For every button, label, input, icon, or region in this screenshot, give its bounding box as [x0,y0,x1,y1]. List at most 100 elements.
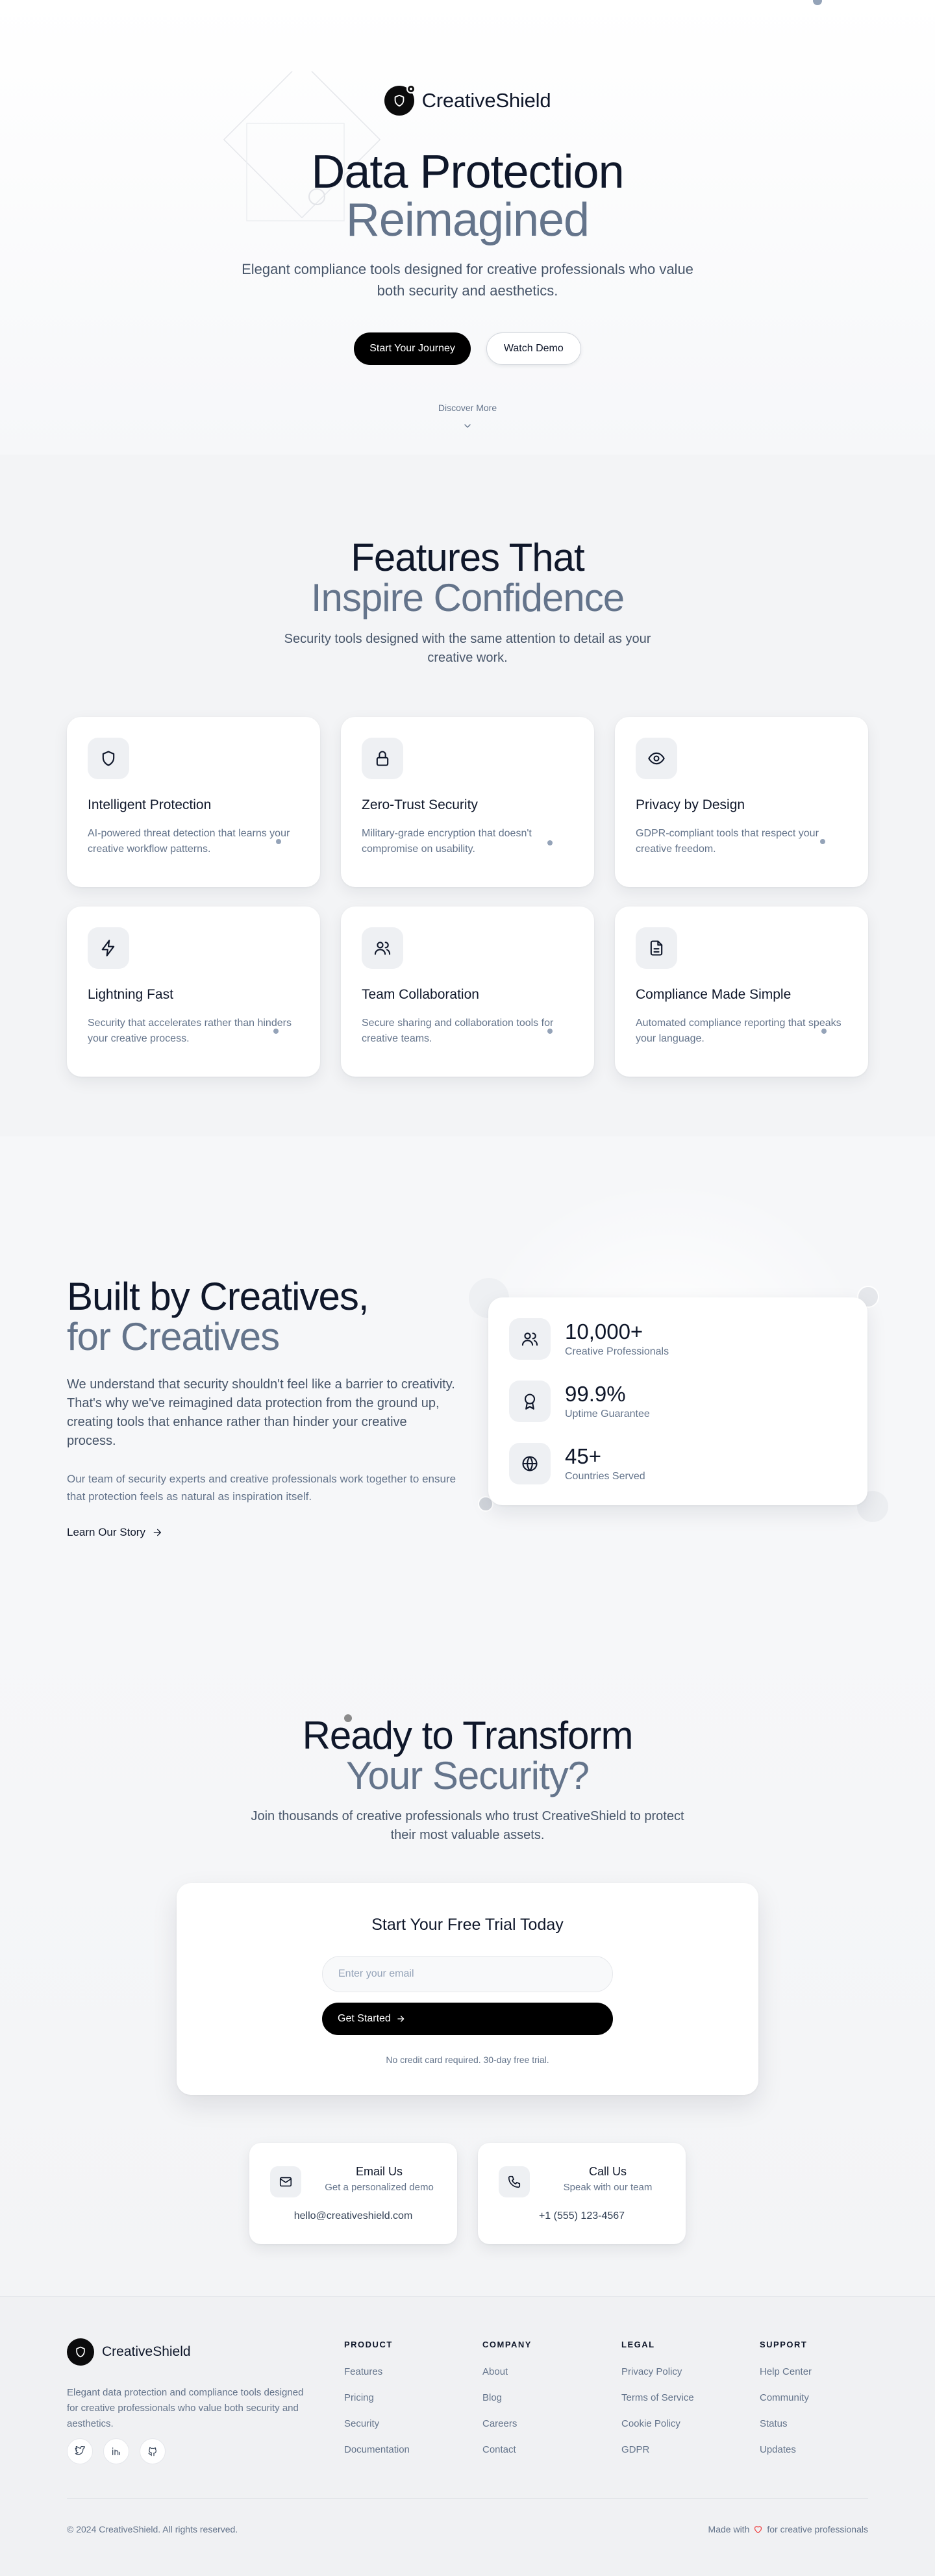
feature-icon-wrap [362,927,403,969]
contact-subtitle: Speak with our team [563,2182,653,2193]
footer-link[interactable]: GDPR [621,2443,694,2457]
discover-more-link[interactable]: Discover More [0,403,935,413]
footer-logo [67,2338,94,2366]
hero-title-line2: Reimagined [345,194,590,246]
feature-description: Secure sharing and collaboration tools f… [362,1018,554,1044]
twitter-icon [75,2446,85,2455]
cta-title: Ready to Transform Your Security? [0,1716,935,1796]
arrow-right-icon [397,2016,405,2022]
footer-link[interactable]: Status [760,2417,812,2431]
start-journey-button[interactable]: Start Your Journey [354,332,471,365]
footer-brand[interactable]: CreativeShield [67,2338,191,2366]
footer-link[interactable]: Documentation [344,2443,410,2457]
stat-value: 10,000+ [565,1319,643,1344]
about-paragraph: We understand that security shouldn't fe… [67,1377,455,1448]
watch-demo-button[interactable]: Watch Demo [486,332,581,365]
feature-title: Compliance Made Simple [636,987,792,1002]
linkedin-button[interactable] [103,2438,129,2464]
shield-icon [76,2346,85,2358]
about-title-line2: for Creatives [67,1315,280,1358]
stat-icon-wrap [509,1381,551,1422]
users-icon [521,1332,538,1346]
trial-note: No credit card required. 30-day free tri… [386,2055,549,2065]
hero-section: CreativeShield Data Protection Reimagine… [0,0,935,455]
footer-link[interactable]: About [482,2365,532,2379]
stat-item: 45+ Countries Served [509,1443,645,1484]
feature-card[interactable]: Intelligent Protection AI-powered threat… [67,717,320,887]
footer-link[interactable]: Security [344,2417,410,2431]
feature-title: Zero-Trust Security [362,797,478,812]
footer-link[interactable]: Contact [482,2443,532,2457]
footer-link[interactable]: Community [760,2391,812,2405]
feature-card[interactable]: Compliance Made Simple Automated complia… [615,907,868,1077]
mail-icon [279,2177,292,2187]
footer-link[interactable]: Updates [760,2443,812,2457]
footer: CreativeShield Elegant data protection a… [0,2296,935,2576]
shield-icon [102,751,115,766]
contact-email[interactable]: hello@creativeshield.com [249,2210,457,2222]
stat-value: 99.9% [565,1382,626,1406]
footer-link[interactable]: Careers [482,2417,532,2431]
feature-description: Automated compliance reporting that spea… [636,1018,842,1044]
trial-title: Start Your Free Trial Today [371,1916,564,1934]
stat-item: 10,000+ Creative Professionals [509,1318,669,1360]
phone-contact-card[interactable]: Call Us Speak with our team +1 (555) 123… [478,2143,686,2244]
get-started-button[interactable]: Get Started [322,2003,613,2035]
contact-title: Call Us [588,2165,627,2178]
feature-icon-wrap [88,927,129,969]
stat-label: Creative Professionals [565,1346,669,1357]
hero-title-line1: Data Protection [311,146,624,198]
made-with-label: Made with [708,2524,750,2534]
footer-column-title: COMPANY [482,2340,532,2349]
contact-icon-wrap [499,2166,530,2197]
contact-phone[interactable]: +1 (555) 123-4567 [478,2210,686,2222]
chevron-down-icon[interactable] [462,421,473,431]
footer-brand-name: CreativeShield [102,2344,191,2359]
footer-link[interactable]: Privacy Policy [621,2365,694,2379]
github-button[interactable] [140,2438,166,2464]
feature-description: Military-grade encryption that doesn't c… [362,828,532,855]
feature-card[interactable]: Privacy by Design GDPR-compliant tools t… [615,717,868,887]
footer-link[interactable]: Terms of Service [621,2391,694,2405]
footer-link[interactable]: Cookie Policy [621,2417,694,2431]
cta-title-line1: Ready to Transform [302,1714,634,1757]
footer-link[interactable]: Pricing [344,2391,410,2405]
feature-card[interactable]: Team Collaboration Secure sharing and co… [341,907,594,1077]
email-contact-card[interactable]: Email Us Get a personalized demo hello@c… [249,2143,457,2244]
features-section: Features That Inspire Confidence Securit… [0,455,935,1136]
feature-title: Privacy by Design [636,797,745,812]
stats-card: 10,000+ Creative Professionals 99.9% Upt… [488,1297,867,1505]
footer-link[interactable]: Blog [482,2391,532,2405]
email-input[interactable] [322,1956,613,1992]
stat-label: Uptime Guarantee [565,1408,650,1419]
stat-label: Countries Served [565,1471,645,1482]
feature-card[interactable]: Lightning Fast Security that accelerates… [67,907,320,1077]
decorative-dot [276,839,281,844]
cta-subtitle: Join thousands of creative professionals… [251,1809,684,1842]
decorative-dot [547,1029,553,1034]
heart-icon [754,2525,762,2533]
footer-link[interactable]: Features [344,2365,410,2379]
brand[interactable]: CreativeShield [0,84,935,116]
brand-logo [384,84,416,116]
feature-icon-wrap [636,927,677,969]
twitter-button[interactable] [67,2438,93,2464]
contact-icon-wrap [270,2166,301,2197]
decorative-dot [820,839,825,844]
document-icon [650,940,663,956]
decorative-dot [821,1029,827,1034]
stat-item: 99.9% Uptime Guarantee [509,1381,650,1422]
learn-story-link[interactable]: Learn Our Story [67,1526,162,1539]
about-title-line1: Built by Creatives, [67,1275,369,1318]
feature-card[interactable]: Zero-Trust Security Military-grade encry… [341,717,594,887]
feature-icon-wrap [636,738,677,779]
decorative-dot [547,840,553,845]
feature-title: Team Collaboration [362,987,479,1002]
features-title: Features That Inspire Confidence [0,538,935,618]
footer-link[interactable]: Help Center [760,2365,812,2379]
feature-title: Intelligent Protection [88,797,212,812]
made-with-note: Made with for creative professionals [708,2524,868,2534]
feature-description: GDPR-compliant tools that respect your c… [636,828,819,855]
brand-name: CreativeShield [421,89,551,112]
copyright: © 2024 CreativeShield. All rights reserv… [67,2524,238,2534]
